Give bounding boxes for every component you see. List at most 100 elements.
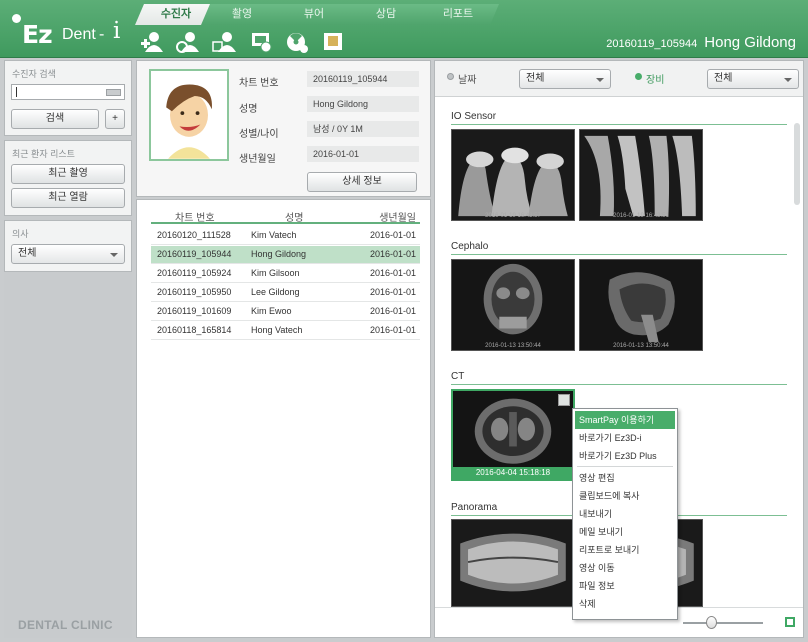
patient-row[interactable]: 20160119_105924 Kim Gilsoon 2016-01-01 <box>151 265 420 283</box>
patient-info-panel: 차트 번호 20160119_105944 성명 Hong Gildong 성별… <box>136 60 431 197</box>
image-thumbnail[interactable]: 2016-01-13 13:50:44 <box>451 259 575 351</box>
patient-row-dob: 2016-01-01 <box>369 325 416 335</box>
fit-view-button[interactable] <box>785 617 795 627</box>
group-title-cephalo: Cephalo <box>451 241 489 252</box>
logo-dash: - <box>99 26 105 43</box>
doctor-select-value: 전체 <box>18 248 37 259</box>
dob-value: 2016-01-01 <box>307 146 419 162</box>
detail-info-button[interactable]: 상세 정보 <box>307 172 417 192</box>
tab-capture[interactable]: 촬영 <box>201 4 283 25</box>
group-divider <box>451 254 787 255</box>
patient-row-name: Hong Vatech <box>251 325 303 335</box>
group-title-panorama: Panorama <box>451 502 498 513</box>
context-menu-item[interactable]: 메일 보내기 <box>575 523 675 541</box>
logo-dent: Dent <box>62 26 96 43</box>
recent-box: 최근 환자 리스트 최근 촬영 최근 열람 <box>4 140 132 216</box>
logo-i: i <box>113 18 121 44</box>
device-select[interactable]: 전체 <box>707 69 799 89</box>
col-name[interactable]: 성명 <box>285 209 303 224</box>
image-context-menu: SmartPay 이용하기 바로가기 Ez3D-i 바로가기 Ez3D Plus 영상… <box>572 408 678 620</box>
image-panel-scrollbar[interactable] <box>794 123 800 205</box>
tab-viewer[interactable]: 뷰어 <box>273 4 355 25</box>
chart-number-value: 20160119_105944 <box>307 71 419 87</box>
name-value: Hong Gildong <box>307 96 419 112</box>
date-filter-label: 날짜 <box>458 75 477 86</box>
patient-row-dob: 2016-01-01 <box>369 249 416 259</box>
patient-row[interactable]: 20160118_165814 Hong Vatech 2016-01-01 <box>151 322 420 340</box>
export-icon[interactable] <box>320 30 346 54</box>
patient-row[interactable]: 20160120_111528 Kim Vatech 2016-01-01 <box>151 227 420 245</box>
search-button[interactable]: 검색 <box>11 109 99 129</box>
keyboard-icon[interactable] <box>106 89 121 96</box>
context-menu-item[interactable]: 파일 정보 <box>575 577 675 595</box>
gender-age-label: 성별/나이 <box>239 129 279 140</box>
patient-list-panel: 차트 번호 성명 생년월일 20160120_111528 Kim Vatech 2… <box>136 199 431 638</box>
patient-row-chart: 20160119_101609 <box>157 306 232 316</box>
logo-ez: Ez <box>22 20 53 49</box>
patient-row-name: Kim Gilsoon <box>251 268 300 278</box>
date-select[interactable]: 전체 <box>519 69 611 89</box>
recent-title: 최근 환자 리스트 <box>12 149 75 159</box>
image-thumbnail[interactable]: 2016-01-13 13:50:44 <box>579 259 703 351</box>
context-menu-item[interactable]: 영상 이동 <box>575 559 675 577</box>
context-menu-item[interactable]: 내보내기 <box>575 505 675 523</box>
patient-avatar <box>149 69 229 161</box>
image-timestamp: 2016-01-13 13:50:44 <box>485 343 541 349</box>
image-thumbnail[interactable]: 2016-01-19 16:43:57 <box>451 129 575 221</box>
patient-row-chart: 20160119_105950 <box>157 287 232 297</box>
context-menu-item[interactable]: 클립보드에 복사 <box>575 487 675 505</box>
edit-patient-icon[interactable] <box>176 30 202 54</box>
context-menu-item[interactable]: 리포트로 보내기 <box>575 541 675 559</box>
zoom-slider-handle[interactable] <box>706 616 717 629</box>
device-radio[interactable] <box>635 73 642 80</box>
gender-age-value: 남성 / 0Y 1M <box>307 121 419 137</box>
recent-viewed-button[interactable]: 최근 열람 <box>11 188 125 208</box>
import-image-icon[interactable] <box>248 30 274 54</box>
left-sidebar: 수진자 검색 검색 + 최근 환자 리스트 최근 촬영 최근 열람 의사 전체 <box>4 60 132 638</box>
image-thumbnail[interactable]: 2016-01-19 16:43:51 <box>579 129 703 221</box>
add-patient-button[interactable]: + <box>105 109 125 129</box>
context-menu-item[interactable]: 삭제 <box>575 595 675 613</box>
radiation-icon[interactable] <box>284 30 310 54</box>
patient-row[interactable]: 20160119_105944 Hong Gildong 2016-01-01 <box>151 246 420 264</box>
search-input[interactable] <box>11 84 125 100</box>
col-dob[interactable]: 생년월일 <box>379 209 416 224</box>
image-thumbnail[interactable] <box>451 519 575 607</box>
image-thumbnail-selected[interactable]: 2016-04-04 15:18:18 <box>451 389 575 481</box>
context-menu-item[interactable]: 바로가기 Ez3D-i <box>575 429 675 447</box>
date-radio[interactable] <box>447 73 454 80</box>
tab-report[interactable]: 리포트 <box>417 4 499 25</box>
patient-row-name: Kim Vatech <box>251 230 297 240</box>
patient-row-dob: 2016-01-01 <box>369 306 416 316</box>
recent-capture-button[interactable]: 최근 촬영 <box>11 164 125 184</box>
chevron-down-icon <box>596 78 604 82</box>
search-title: 수진자 검색 <box>12 69 56 79</box>
logo-dot <box>12 14 21 23</box>
patient-row-dob: 2016-01-01 <box>369 268 416 278</box>
chevron-down-icon <box>784 78 792 82</box>
patient-row-chart: 20160119_105944 <box>157 249 232 259</box>
context-menu-separator <box>577 466 673 467</box>
context-menu-item[interactable]: 바로가기 Ez3D Plus <box>575 447 675 465</box>
tab-consult[interactable]: 상담 <box>345 4 427 25</box>
zoom-slider[interactable] <box>683 622 763 624</box>
context-menu-item[interactable]: 영상 편집 <box>575 469 675 487</box>
doctor-select[interactable]: 전체 <box>11 244 125 264</box>
patient-row-chart: 20160119_105924 <box>157 268 232 278</box>
patient-row-chart: 20160118_165814 <box>157 325 232 335</box>
current-patient-name: Hong Gildong <box>704 34 796 51</box>
device-filter-label: 장비 <box>646 75 665 86</box>
current-chart-number: 20160119_105944 <box>606 38 698 50</box>
image-timestamp: 2016-01-19 16:43:51 <box>613 213 669 219</box>
patient-row[interactable]: 20160119_101609 Kim Ewoo 2016-01-01 <box>151 303 420 321</box>
patient-row[interactable]: 20160119_105950 Lee Gildong 2016-01-01 <box>151 284 420 302</box>
context-menu-item[interactable]: SmartPay 이용하기 <box>575 411 675 429</box>
col-chart-number[interactable]: 차트 번호 <box>175 209 215 224</box>
chart-number-label: 차트 번호 <box>239 78 279 89</box>
date-select-value: 전체 <box>526 73 545 84</box>
image-timestamp: 2016-04-04 15:18:18 <box>453 467 573 479</box>
add-patient-icon[interactable] <box>140 30 166 54</box>
patient-list-header: 차트 번호 성명 생년월일 <box>151 206 420 224</box>
delete-patient-icon[interactable] <box>212 30 238 54</box>
group-divider <box>451 384 787 385</box>
